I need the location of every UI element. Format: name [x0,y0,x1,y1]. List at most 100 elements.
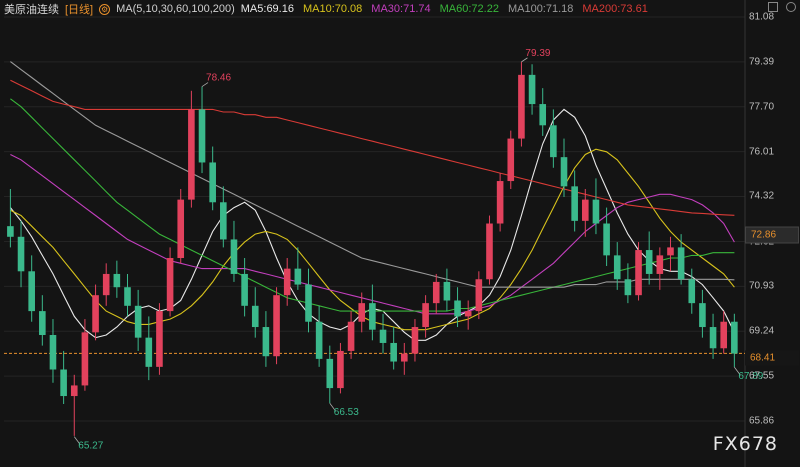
candle-56 [603,223,610,256]
candle-3 [39,311,46,335]
candle-68 [731,321,738,354]
close-icon[interactable] [786,2,796,12]
candle-28 [305,284,312,322]
candle-39 [422,303,429,328]
ma-value-2: MA30:71.74 [371,3,431,15]
candle-64 [688,279,696,304]
candle-47 [507,138,515,182]
annotation-low_2: 66.53 [334,407,359,418]
ma-value-3: MA60:72.22 [439,3,499,15]
candle-41 [443,281,451,301]
candle-67 [720,321,728,349]
ma-value-0: MA5:69.16 [240,3,294,15]
candle-5 [60,369,67,397]
candle-26 [283,268,291,296]
candle-30 [326,358,334,389]
candle-38 [411,327,419,354]
candle-42 [454,300,461,317]
candle-63 [677,247,685,280]
candle-11 [124,287,131,306]
candle-0 [7,226,14,237]
candle-14 [156,311,163,367]
candle-65 [699,303,706,328]
y-tick-label-3: 76.01 [749,146,775,158]
ma-value-5: MA200:73.61 [582,3,648,15]
maximize-icon[interactable] [768,2,778,12]
candle-15 [166,258,174,312]
candle-53 [571,186,578,221]
candle-54 [582,199,589,221]
y-tick-label-6: 70.93 [749,280,775,292]
y-tick-label-1: 79.39 [749,56,775,68]
ma-params: MA(5,10,30,60,100,200) [116,3,235,15]
candle-8 [92,295,99,333]
candle-34 [369,303,376,330]
candle-52 [560,157,568,187]
candle-24 [262,327,270,357]
candle-12 [134,305,142,338]
y-tick-label-4: 74.32 [749,190,775,202]
candle-16 [177,199,185,259]
candle-7 [81,332,89,386]
candle-2 [28,271,35,312]
candle-18 [198,109,206,163]
ma-values: MA5:69.16 MA10:70.08 MA30:71.74 MA60:72.22 M… [241,3,657,15]
candle-44 [475,279,483,312]
ma-line-ma100 [10,61,735,288]
candle-51 [550,125,557,158]
candle-59 [635,250,642,296]
candle-43 [464,311,472,317]
candle-13 [145,337,153,367]
annotation-high_1: 78.46 [206,73,231,84]
annotation-low_1: 65.27 [78,441,103,452]
candle-20 [220,202,227,240]
candle-46 [496,181,504,224]
watermark: FX678 [712,433,778,455]
candle-9 [102,273,110,296]
period-label[interactable]: [日线] [65,1,93,17]
candle-62 [667,247,674,256]
candle-32 [347,321,355,351]
ma-value-4: MA100:71.18 [507,3,574,15]
y-tick-label-8: 67.55 [749,370,775,382]
settings-icon[interactable]: ⚙ [99,3,111,15]
candlestick-chart: 78.4679.3965.2766.5367.89 [4,0,764,467]
candle-35 [379,329,387,343]
y-tick-label-9: 65.86 [749,415,775,427]
candle-10 [113,273,121,288]
candle-66 [709,327,717,349]
current-price-tag: 68.41 [745,350,799,366]
candle-61 [656,255,664,274]
candle-27 [294,268,302,285]
y-tick-label-2: 77.70 [749,101,775,113]
candle-19 [209,162,216,203]
last-price-tag: 72.86 [745,226,799,244]
candle-21 [230,239,238,274]
candle-55 [592,199,600,224]
candle-58 [624,279,632,296]
candle-36 [390,342,397,362]
candle-1 [17,236,25,272]
candle-4 [49,334,57,370]
candle-45 [486,223,493,280]
y-tick-label-0: 81.08 [749,11,775,23]
candle-25 [273,295,280,357]
window-controls [768,2,796,12]
candle-49 [528,74,536,105]
symbol-name: 美原油连续 [4,4,59,16]
candle-60 [645,250,653,274]
price-axis: 81.0879.3977.7076.0174.3272.6270.9369.24… [745,0,800,467]
candle-17 [188,109,195,200]
candle-37 [401,353,408,362]
candle-57 [613,255,621,280]
candle-22 [241,273,248,306]
chart-header: 美原油连续 [日线] ⚙ MA(5,10,30,60,100,200) MA5:… [0,0,745,18]
candle-50 [539,104,547,126]
candle-29 [315,321,323,359]
candle-23 [251,305,259,328]
candle-31 [337,350,344,389]
annotation-high_2: 79.39 [525,48,550,59]
candle-6 [70,385,78,397]
candle-48 [518,74,525,139]
ma-value-1: MA10:70.08 [302,3,363,15]
